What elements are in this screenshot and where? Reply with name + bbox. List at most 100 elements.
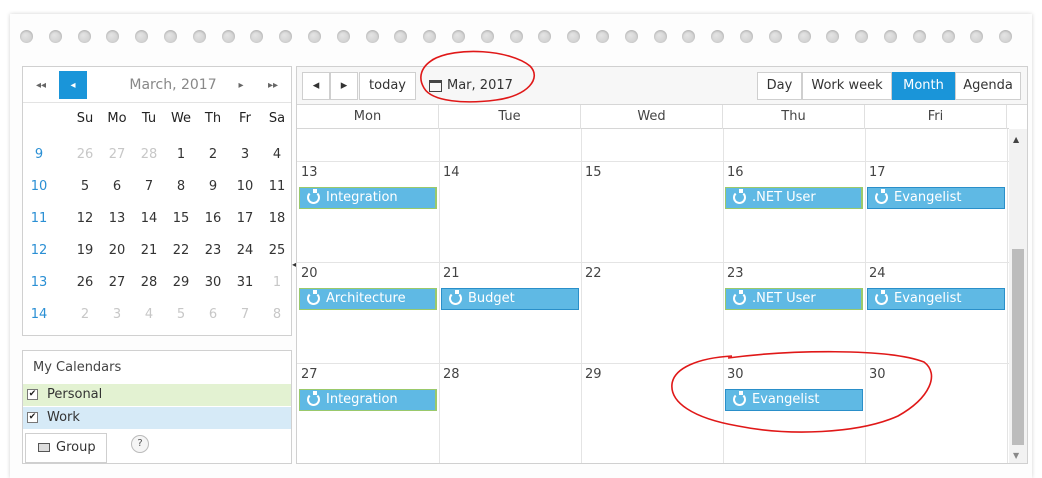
- event-item[interactable]: Evangelist: [867, 187, 1005, 209]
- mini-day[interactable]: 26: [69, 139, 101, 171]
- view-day-button[interactable]: Day: [757, 72, 802, 100]
- mini-day[interactable]: 16: [197, 203, 229, 235]
- next-button[interactable]: ▸: [330, 72, 358, 100]
- scroll-down-icon[interactable]: ▼: [1013, 451, 1019, 460]
- mini-day[interactable]: 4: [261, 139, 293, 171]
- mini-day[interactable]: 25: [261, 235, 293, 267]
- scroll-up-icon[interactable]: ▲: [1013, 135, 1019, 144]
- day-number[interactable]: 17: [869, 165, 886, 180]
- mini-day[interactable]: 18: [261, 203, 293, 235]
- mini-day[interactable]: 20: [101, 235, 133, 267]
- mini-day[interactable]: 19: [69, 235, 101, 267]
- mini-day[interactable]: 8: [165, 171, 197, 203]
- mini-day[interactable]: 30: [197, 267, 229, 299]
- help-icon[interactable]: ?: [131, 435, 149, 453]
- vertical-scrollbar[interactable]: ▲ ▼: [1009, 129, 1027, 463]
- day-number[interactable]: 14: [443, 165, 460, 180]
- mini-day[interactable]: 8: [261, 299, 293, 331]
- mini-day[interactable]: 6: [101, 171, 133, 203]
- day-number[interactable]: 28: [443, 367, 460, 382]
- mini-day[interactable]: 2: [69, 299, 101, 331]
- event-item[interactable]: Budget: [441, 288, 579, 310]
- binder-hole: [77, 30, 91, 43]
- mini-day[interactable]: 5: [165, 299, 197, 331]
- mini-day[interactable]: 1: [165, 139, 197, 171]
- prev-month-button[interactable]: ◂: [59, 71, 87, 99]
- day-number[interactable]: 13: [301, 165, 318, 180]
- mini-day[interactable]: 12: [69, 203, 101, 235]
- group-button[interactable]: Group: [25, 433, 107, 463]
- view-workweek-button[interactable]: Work week: [802, 72, 892, 100]
- day-header-tue: Tue: [439, 105, 581, 129]
- mini-day[interactable]: 1: [261, 267, 293, 299]
- event-item[interactable]: Evangelist: [867, 288, 1005, 310]
- today-button[interactable]: today: [359, 72, 416, 100]
- mini-day[interactable]: 26: [69, 267, 101, 299]
- next-month-button[interactable]: ▸: [227, 71, 255, 99]
- day-number[interactable]: 21: [443, 266, 460, 281]
- mini-day[interactable]: 21: [133, 235, 165, 267]
- day-number[interactable]: 15: [585, 165, 602, 180]
- mini-day[interactable]: 15: [165, 203, 197, 235]
- mini-day[interactable]: 17: [229, 203, 261, 235]
- day-number[interactable]: 20: [301, 266, 318, 281]
- mini-day[interactable]: 9: [197, 171, 229, 203]
- work-checkbox[interactable]: ✔: [27, 412, 38, 423]
- binder-hole: [653, 30, 667, 43]
- mini-day[interactable]: 28: [133, 139, 165, 171]
- mini-day[interactable]: 31: [229, 267, 261, 299]
- recurrence-icon: [307, 391, 320, 406]
- mini-day[interactable]: 7: [133, 171, 165, 203]
- mini-day[interactable]: 22: [165, 235, 197, 267]
- view-agenda-button[interactable]: Agenda: [955, 72, 1021, 100]
- event-item[interactable]: Integration: [299, 389, 437, 411]
- day-number[interactable]: 27: [301, 367, 318, 382]
- grid-line: [297, 262, 1009, 263]
- event-item[interactable]: Integration: [299, 187, 437, 209]
- day-number[interactable]: 22: [585, 266, 602, 281]
- day-number[interactable]: 30: [869, 367, 886, 382]
- grid-line: [723, 129, 724, 463]
- binder-hole: [20, 30, 33, 43]
- mini-day[interactable]: 7: [229, 299, 261, 331]
- binder-hole: [941, 30, 955, 43]
- event-item[interactable]: .NET User: [725, 288, 863, 310]
- fast-next-icon[interactable]: ▸▸: [259, 71, 287, 99]
- mini-day[interactable]: 3: [229, 139, 261, 171]
- event-item[interactable]: Evangelist: [725, 389, 863, 411]
- mini-day[interactable]: 29: [165, 267, 197, 299]
- day-number[interactable]: 30: [727, 367, 744, 382]
- mini-calendar-title[interactable]: March, 2017: [113, 77, 233, 93]
- event-item[interactable]: Architecture: [299, 288, 437, 310]
- mini-day[interactable]: 11: [261, 171, 293, 203]
- event-item[interactable]: .NET User: [725, 187, 863, 209]
- day-number[interactable]: 24: [869, 266, 886, 281]
- mini-day[interactable]: 3: [101, 299, 133, 331]
- prev-button[interactable]: ◂: [302, 72, 330, 100]
- date-picker-button[interactable]: Mar, 2017: [425, 72, 513, 100]
- event-title: Evangelist: [894, 291, 962, 306]
- mini-day[interactable]: 24: [229, 235, 261, 267]
- mini-day[interactable]: 10: [229, 171, 261, 203]
- day-number[interactable]: 29: [585, 367, 602, 382]
- mini-day[interactable]: 13: [101, 203, 133, 235]
- mini-day[interactable]: 4: [133, 299, 165, 331]
- mini-day[interactable]: 2: [197, 139, 229, 171]
- view-month-button[interactable]: Month: [892, 72, 955, 100]
- mini-day[interactable]: 14: [133, 203, 165, 235]
- mini-day[interactable]: 23: [197, 235, 229, 267]
- mini-day[interactable]: 28: [133, 267, 165, 299]
- fast-prev-icon[interactable]: ◂◂: [27, 71, 55, 99]
- calendar-item-personal[interactable]: ✔ Personal: [23, 384, 291, 406]
- scrollbar-thumb[interactable]: [1012, 249, 1024, 445]
- day-number[interactable]: 16: [727, 165, 744, 180]
- day-number[interactable]: 23: [727, 266, 744, 281]
- mini-day[interactable]: 27: [101, 267, 133, 299]
- mini-calendar-header: ◂◂ ◂ March, 2017 ▸ ▸▸: [23, 67, 291, 103]
- personal-checkbox[interactable]: ✔: [27, 389, 38, 400]
- calendar-item-work[interactable]: ✔ Work: [23, 407, 291, 429]
- mini-day[interactable]: 6: [197, 299, 229, 331]
- mini-day[interactable]: 5: [69, 171, 101, 203]
- mini-day[interactable]: 27: [101, 139, 133, 171]
- recurrence-icon: [733, 189, 746, 204]
